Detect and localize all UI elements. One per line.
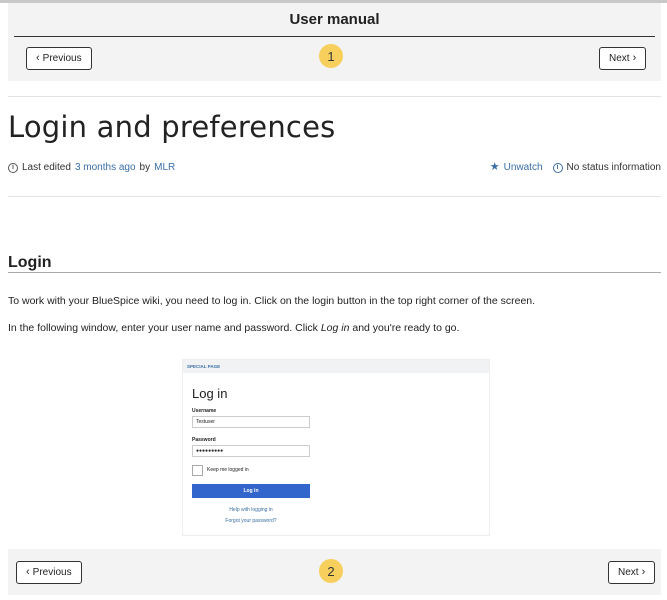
next-button-top[interactable]: Next › [599,47,647,70]
screenshot-keep-logged-in: Keep me logged in [207,467,249,473]
paragraph-login-intro: To work with your BlueSpice wiki, you ne… [8,295,536,307]
previous-button-top[interactable]: ‹ Previous [26,47,92,70]
login-screenshot-image: SPECIAL PAGE Log in Username Testuser Pa… [182,359,490,536]
manual-nav-bottom: ‹ Previous 2 Next › [8,549,661,595]
callout-badge-1: 1 [319,44,343,68]
previous-button-bottom[interactable]: ‹ Previous [16,561,82,584]
para-text: In the following window, enter your user… [8,322,321,334]
previous-label: Previous [32,567,72,578]
screenshot-forgot-link: Forgot your password? [225,518,277,524]
screenshot-login-button: Log in [192,484,310,498]
page-title: Login and preferences [8,110,336,144]
page-actions: ★ Unwatch i No status information [490,162,662,174]
last-edited-info: i Last edited 3 months ago by MLR [8,162,175,173]
manual-title: User manual [289,11,380,28]
chevron-left-icon: ‹ [26,566,30,578]
star-icon[interactable]: ★ [490,162,500,173]
screenshot-username-label: Username [192,408,217,414]
next-label: Next [618,567,639,578]
info-icon: i [8,162,18,173]
section-rule [8,272,661,273]
next-button-bottom[interactable]: Next › [608,561,656,584]
divider [8,196,661,197]
screenshot-help-link: Help with logging in [229,507,273,513]
manual-title-rule [14,36,655,37]
next-label: Next [609,53,630,64]
screenshot-username-field: Testuser [192,416,310,428]
callout-badge-2: 2 [319,559,343,583]
screenshot-header-strip: SPECIAL PAGE [183,360,489,373]
by-text: by [139,162,151,173]
paragraph-login-steps: In the following window, enter your user… [8,322,459,334]
info-icon: i [552,162,563,173]
divider [8,96,661,97]
unwatch-link[interactable]: Unwatch [504,162,543,173]
screenshot-password-field: ●●●●●●●●● [192,445,310,457]
chevron-left-icon: ‹ [36,52,40,64]
status-text: No status information [566,162,662,173]
screenshot-checkbox [192,465,203,476]
chevron-right-icon: › [641,566,646,578]
last-edited-prefix: Last edited [22,162,71,173]
para-emphasis: Log in [320,322,350,334]
para-text: and you're ready to go. [349,322,460,334]
screenshot-password-label: Password [192,437,216,443]
last-edited-time-link[interactable]: 3 months ago [75,162,136,173]
chevron-right-icon: › [632,52,637,64]
author-link[interactable]: MLR [154,162,175,173]
manual-nav-top: User manual ‹ Previous 1 Next › [8,3,661,81]
previous-label: Previous [42,53,82,64]
section-title-login: Login [8,254,52,271]
screenshot-title: Log in [192,386,228,401]
